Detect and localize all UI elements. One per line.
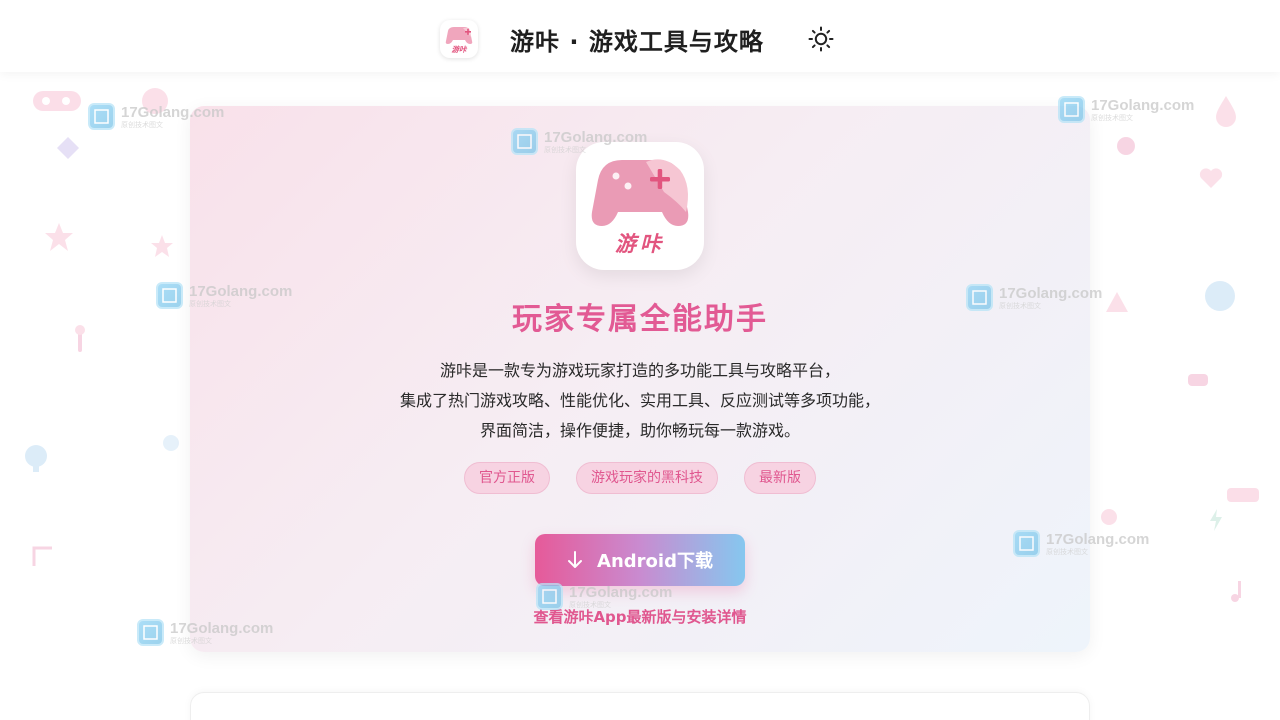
arrow-down-icon <box>567 551 583 569</box>
description-line: 界面简洁，操作便捷，助你畅玩每一款游戏。 <box>479 421 800 440</box>
decor-pill-shape <box>1227 488 1259 502</box>
watermark: 17Golang.com 原创技术图文 <box>1058 96 1194 123</box>
description-line: 游咔是一款专为游戏玩家打造的多功能工具与攻略平台， <box>439 361 840 380</box>
watermark-sub: 原创技术图文 <box>189 299 231 308</box>
next-section-card <box>190 692 1090 720</box>
watermark-text: 17Golang.com <box>544 128 648 146</box>
watermark-sub: 原创技术图文 <box>544 145 586 154</box>
watermark: 17Golang.com 原创技术图文 <box>536 583 672 610</box>
watermark-text: 17Golang.com <box>569 583 673 601</box>
hero-description: 游咔是一款专为游戏玩家打造的多功能工具与攻略平台， 集成了热门游戏攻略、性能优化… <box>190 356 1090 446</box>
watermark: 17Golang.com 原创技术图文 <box>966 284 1102 311</box>
decor-corner-shape <box>32 546 52 566</box>
watermark-text: 17Golang.com <box>189 282 293 300</box>
gamepad-icon: 游咔 <box>591 159 689 256</box>
watermark-text: 17Golang.com <box>1091 96 1195 114</box>
watermark-icon <box>511 128 538 155</box>
decor-drop-shape <box>1216 96 1236 127</box>
watermark-sub: 原创技术图文 <box>121 120 163 129</box>
decor-cloud-shape <box>25 445 47 472</box>
decor-circle-shape <box>163 435 179 451</box>
watermark: 17Golang.com 原创技术图文 <box>156 282 292 309</box>
sun-icon <box>808 26 834 52</box>
decor-star-shape <box>45 223 73 251</box>
watermark-icon <box>1013 530 1040 557</box>
download-label: Android下载 <box>597 551 713 572</box>
decor-pin-shape <box>75 325 85 352</box>
tag-official: 官方正版 <box>464 462 550 494</box>
description-line: 集成了热门游戏攻略、性能优化、实用工具、反应测试等多项功能， <box>399 391 880 410</box>
decor-heart-shape <box>1199 168 1223 188</box>
watermark: 17Golang.com 原创技术图文 <box>88 103 224 130</box>
app-icon-text: 游咔 <box>615 232 665 256</box>
watermark: 17Golang.com 原创技术图文 <box>511 128 647 155</box>
hero-title: 玩家专属全能助手 <box>512 302 768 337</box>
watermark: 17Golang.com 原创技术图文 <box>1013 530 1149 557</box>
decor-gamepad-shape <box>33 91 81 111</box>
watermark-sub: 原创技术图文 <box>170 636 212 645</box>
watermark-icon <box>156 282 183 309</box>
decor-star-shape <box>151 235 173 257</box>
watermark-icon <box>966 284 993 311</box>
watermark-icon <box>88 103 115 130</box>
tag-black-tech: 游戏玩家的黑科技 <box>576 462 718 494</box>
decor-diamond-shape <box>57 137 79 159</box>
watermark-icon <box>1058 96 1085 123</box>
page-title: 游咔 · 游戏工具与攻略 <box>510 27 764 56</box>
android-download-button[interactable]: Android下载 <box>535 534 745 586</box>
decor-triangle-shape <box>1106 292 1128 312</box>
brand[interactable]: 游咔 游咔 · 游戏工具与攻略 <box>440 20 764 58</box>
watermark-text: 17Golang.com <box>1046 530 1150 548</box>
decor-circle-shape <box>1101 509 1117 525</box>
theme-toggle-button[interactable] <box>806 24 836 54</box>
watermark-sub: 原创技术图文 <box>1046 547 1088 556</box>
watermark-text: 17Golang.com <box>999 284 1103 302</box>
hero-card: 游咔 玩家专属全能助手 游咔是一款专为游戏玩家打造的多功能工具与攻略平台， 集成… <box>190 106 1090 652</box>
watermark: 17Golang.com 原创技术图文 <box>137 619 273 646</box>
decor-bolt-shape <box>1210 509 1222 531</box>
watermark-text: 17Golang.com <box>170 619 274 637</box>
decor-cake-shape <box>1188 374 1208 386</box>
logo-icon: 游咔 <box>440 20 478 58</box>
watermark-sub: 原创技术图文 <box>569 600 611 609</box>
tag-latest: 最新版 <box>744 462 816 494</box>
watermark-text: 17Golang.com <box>121 103 225 121</box>
watermark-icon <box>536 583 563 610</box>
decor-circle-shape <box>1205 281 1235 311</box>
top-bar: 游咔 游咔 · 游戏工具与攻略 <box>0 0 1280 72</box>
logo-text: 游咔 <box>452 45 468 54</box>
app-icon: 游咔 <box>576 142 704 270</box>
decor-music-shape <box>1231 581 1241 602</box>
decor-circle-shape <box>1117 137 1135 155</box>
watermark-sub: 原创技术图文 <box>999 301 1041 310</box>
watermark-icon <box>137 619 164 646</box>
tag-list: 官方正版 游戏玩家的黑科技 最新版 <box>190 462 1090 494</box>
watermark-sub: 原创技术图文 <box>1091 113 1133 122</box>
